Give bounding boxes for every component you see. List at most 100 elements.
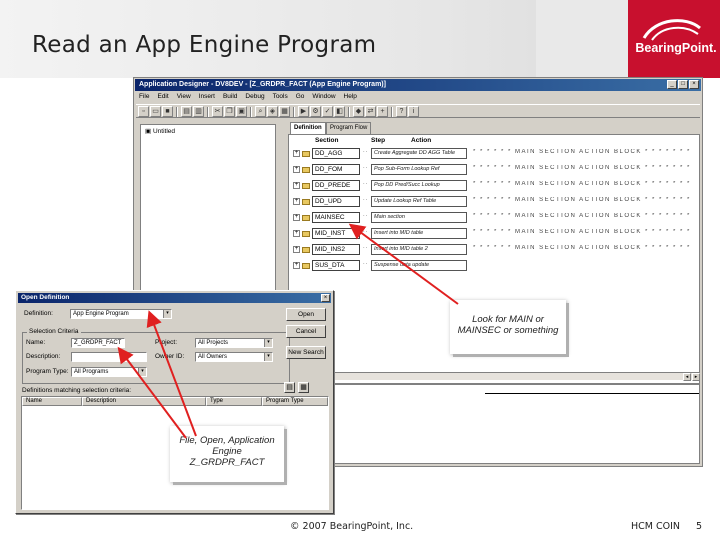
section-trail: * * * * * * MAIN SECTION ACTION BLOCK * … (473, 181, 693, 187)
section-description[interactable]: Insert into MID table (371, 228, 467, 239)
expand-icon[interactable]: + (293, 166, 300, 173)
section-row[interactable]: + DD_PREDE ∙∙ Pop DD Pred/Succ Lookup * … (293, 180, 693, 192)
section-row[interactable]: + MID_INS2 ∙∙ Insert into MID table 2 * … (293, 244, 693, 256)
save-all-icon[interactable]: ▤ (181, 106, 192, 117)
section-description[interactable]: Create Aggregate DD AGG Table (371, 148, 467, 159)
section-row[interactable]: + SUS_DTA ∙∙ Suspense data update (293, 260, 693, 272)
column-action: Action (411, 137, 432, 144)
section-row-mainsec[interactable]: + MAINSEC ∙∙ Main section * * * * * * MA… (293, 212, 693, 224)
section-description[interactable]: Pop Sub-Form Lookup Ref (371, 164, 467, 175)
help-icon[interactable]: ? (396, 106, 407, 117)
section-name[interactable]: SUS_DTA (312, 260, 360, 271)
section-trail: * * * * * * MAIN SECTION ACTION BLOCK * … (473, 229, 693, 235)
compare-icon[interactable]: ⇄ (365, 106, 376, 117)
scroll-left-icon[interactable]: ◂ (683, 373, 691, 381)
project-icon[interactable]: ▦ (279, 106, 290, 117)
open-folder-icon[interactable]: ▭ (150, 106, 161, 117)
definition-select[interactable]: App Engine Program ▾ (70, 309, 172, 319)
section-row[interactable]: + MID_INST ∙∙ Insert into MID table * * … (293, 228, 693, 240)
section-row[interactable]: + DD_AGG ∙∙ Create Aggregate DD AGG Tabl… (293, 148, 693, 160)
section-name[interactable]: DD_UPD (312, 196, 360, 207)
close-icon[interactable]: × (689, 80, 699, 89)
dots-icon: ∙∙ (363, 197, 369, 203)
program-type-select[interactable]: All Programs ▾ (71, 367, 147, 377)
detail-view-icon[interactable]: ▦ (298, 382, 309, 393)
section-description[interactable]: Insert into MID table 2 (371, 244, 467, 255)
tab-definition[interactable]: Definition (290, 122, 326, 134)
open-button[interactable]: Open (286, 308, 326, 321)
section-name[interactable]: DD_FOM (312, 164, 360, 175)
expand-icon[interactable]: + (293, 150, 300, 157)
validate-icon[interactable]: ✓ (322, 106, 333, 117)
run-icon[interactable]: ▶ (298, 106, 309, 117)
copy-icon[interactable]: ❐ (224, 106, 235, 117)
menu-file[interactable]: File (139, 92, 149, 102)
expand-icon[interactable]: + (293, 214, 300, 221)
find-in-icon[interactable]: ◈ (267, 106, 278, 117)
section-row[interactable]: + DD_UPD ∙∙ Update Lookup Ref Table * * … (293, 196, 693, 208)
menu-insert[interactable]: Insert (199, 92, 215, 102)
section-name[interactable]: MID_INS2 (312, 244, 360, 255)
horizontal-scrollbar[interactable]: ◂ ▸ (288, 372, 700, 381)
build-icon[interactable]: ⚙ (310, 106, 321, 117)
find-icon[interactable]: ⌕ (255, 106, 266, 117)
results-col-description[interactable]: Description (82, 397, 206, 406)
expand-icon[interactable]: + (293, 246, 300, 253)
minimize-icon[interactable]: _ (667, 80, 677, 89)
new-search-button[interactable]: New Search (286, 346, 326, 359)
section-name[interactable]: MAINSEC (312, 212, 360, 223)
properties-icon[interactable]: ◧ (334, 106, 345, 117)
description-input[interactable] (71, 352, 147, 362)
chevron-down-icon[interactable]: ▾ (264, 339, 272, 347)
section-trail: * * * * * * MAIN SECTION ACTION BLOCK * … (473, 165, 693, 171)
upgrade-icon[interactable]: ◆ (353, 106, 364, 117)
name-input[interactable]: Z_GRDPR_FACT (71, 338, 125, 348)
project-select[interactable]: All Projects ▾ (195, 338, 273, 348)
section-name[interactable]: DD_AGG (312, 148, 360, 159)
menu-tools[interactable]: Tools (273, 92, 288, 102)
cancel-button[interactable]: Cancel (286, 325, 326, 338)
section-description[interactable]: Main section (371, 212, 467, 223)
project-item-untitled[interactable]: ▣ Untitled (145, 127, 175, 135)
section-description[interactable]: Pop DD Pred/Succ Lookup (371, 180, 467, 191)
about-icon[interactable]: i (408, 106, 419, 117)
chevron-down-icon[interactable]: ▾ (163, 310, 171, 318)
expand-icon[interactable]: + (293, 198, 300, 205)
insert-icon[interactable]: + (377, 106, 388, 117)
scroll-right-icon[interactable]: ▸ (692, 373, 700, 381)
menu-go[interactable]: Go (296, 92, 305, 102)
paste-icon[interactable]: ▣ (236, 106, 247, 117)
expand-icon[interactable]: + (293, 182, 300, 189)
divider (485, 393, 699, 394)
save-icon[interactable]: ■ (162, 106, 173, 117)
section-row[interactable]: + DD_FOM ∙∙ Pop Sub-Form Lookup Ref * * … (293, 164, 693, 176)
close-icon[interactable]: × (321, 294, 330, 302)
section-name[interactable]: MID_INST (312, 228, 360, 239)
chevron-down-icon[interactable]: ▾ (138, 368, 146, 376)
results-col-name[interactable]: Name (22, 397, 82, 406)
menu-edit[interactable]: Edit (157, 92, 168, 102)
title-band-accent (536, 0, 628, 78)
menu-window[interactable]: Window (312, 92, 335, 102)
section-description[interactable]: Suspense data update (371, 260, 467, 271)
menu-build[interactable]: Build (223, 92, 237, 102)
chevron-down-icon[interactable]: ▾ (264, 353, 272, 361)
results-col-program-type[interactable]: Program Type (262, 397, 328, 406)
print-icon[interactable]: ▥ (193, 106, 204, 117)
maximize-icon[interactable]: □ (678, 80, 688, 89)
menu-help[interactable]: Help (344, 92, 357, 102)
results-col-type[interactable]: Type (206, 397, 262, 406)
slide-header: Read an App Engine Program BearingPoint. (0, 0, 720, 78)
expand-icon[interactable]: + (293, 262, 300, 269)
owner-select[interactable]: All Owners ▾ (195, 352, 273, 362)
cut-icon[interactable]: ✂ (212, 106, 223, 117)
section-description[interactable]: Update Lookup Ref Table (371, 196, 467, 207)
tab-program-flow[interactable]: Program Flow (326, 122, 372, 134)
slide-title: Read an App Engine Program (32, 32, 377, 58)
list-view-icon[interactable]: ▤ (284, 382, 295, 393)
expand-icon[interactable]: + (293, 230, 300, 237)
menu-view[interactable]: View (177, 92, 191, 102)
section-name[interactable]: DD_PREDE (312, 180, 360, 191)
new-icon[interactable]: ▫ (138, 106, 149, 117)
menu-debug[interactable]: Debug (245, 92, 264, 102)
